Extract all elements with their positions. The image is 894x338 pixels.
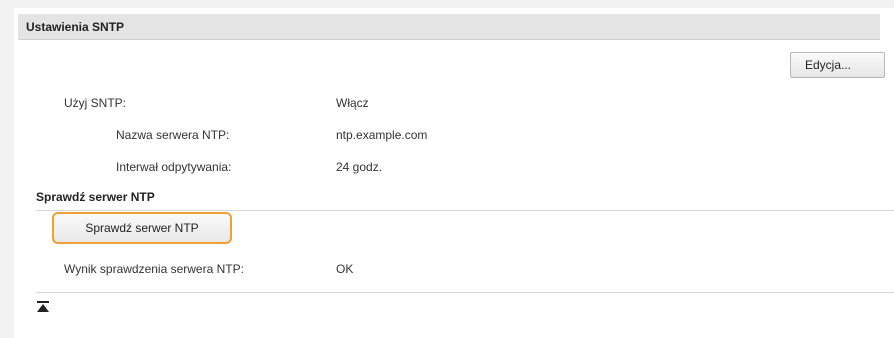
edit-button[interactable]: Edycja... xyxy=(790,52,885,78)
section-title: Ustawienia SNTP xyxy=(26,20,125,34)
polling-interval-label: Interwał odpytywania: xyxy=(116,160,232,174)
ntp-check-result-value: OK xyxy=(336,262,354,276)
bottom-divider xyxy=(36,292,894,293)
use-sntp-label: Użyj SNTP: xyxy=(64,96,127,110)
check-ntp-section-header: Sprawdź serwer NTP xyxy=(36,190,155,204)
use-sntp-value: Włącz xyxy=(336,96,369,110)
polling-interval-value: 24 godz. xyxy=(336,160,383,174)
section-divider xyxy=(36,210,894,211)
ntp-server-name-label: Nazwa serwera NTP: xyxy=(116,128,230,142)
ntp-server-name-value: ntp.example.com xyxy=(336,128,428,142)
back-to-top-icon[interactable] xyxy=(36,300,50,314)
ntp-check-result-label: Wynik sprawdzenia serwera NTP: xyxy=(64,262,244,276)
check-ntp-server-button[interactable]: Sprawdź serwer NTP xyxy=(52,212,232,244)
section-header: Ustawienia SNTP xyxy=(18,14,880,40)
